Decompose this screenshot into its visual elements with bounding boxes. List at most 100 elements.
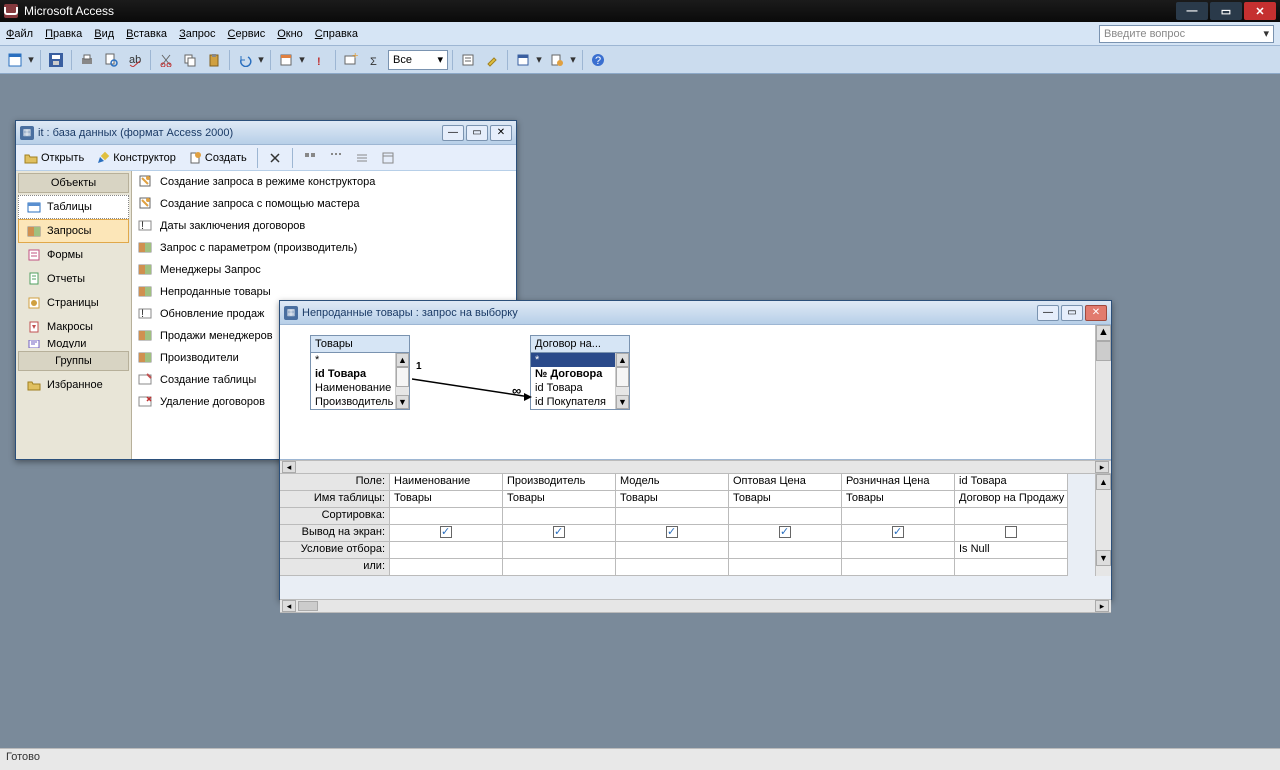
properties-button[interactable] [457,49,479,71]
grid-cell[interactable] [616,542,729,559]
q-close-button[interactable]: ✕ [1085,305,1107,321]
nav-header-groups[interactable]: Группы [18,351,129,371]
grid-cell[interactable] [503,525,616,542]
cut-button[interactable] [155,49,177,71]
database-window-button[interactable] [512,49,534,71]
grid-cell[interactable]: Производитель [503,474,616,491]
grid-cell[interactable]: Договор на Продажу [955,491,1068,508]
list-item[interactable]: Создание запроса в режиме конструктора [132,171,516,193]
grid-cell[interactable] [729,525,842,542]
grid-cell[interactable] [616,525,729,542]
copy-button[interactable] [179,49,201,71]
nav-item-1[interactable]: Запросы [18,219,129,243]
list-item[interactable]: !Даты заключения договоров [132,215,516,237]
grid-cell[interactable] [503,542,616,559]
query-grid-pane[interactable]: Поле:Имя таблицы:Сортировка:Вывод на экр… [280,474,1111,599]
menu-query[interactable]: Запрос [179,28,215,40]
grid-cell[interactable] [955,559,1068,576]
grid-cell[interactable]: Розничная Цена [842,474,955,491]
grid-cell[interactable] [503,508,616,525]
design-button[interactable]: Конструктор [92,150,180,166]
table-box[interactable]: Договор на...*№ Договораid Товараid Поку… [530,335,630,410]
nav-item-2[interactable]: Формы [18,243,129,267]
small-icons-button[interactable] [325,147,347,169]
spellcheck-button[interactable]: ab [124,49,146,71]
db-minimize-button[interactable]: — [442,125,464,141]
grid-cell[interactable]: Is Null [955,542,1068,559]
list-item[interactable]: Менеджеры Запрос [132,259,516,281]
diagram-hscroll[interactable]: ◂ ▸ [280,460,1111,474]
maximize-button[interactable]: ▭ [1210,2,1242,20]
grid-cell[interactable] [729,542,842,559]
open-button[interactable]: Открыть [20,150,88,166]
grid-cell[interactable]: Товары [842,491,955,508]
ask-question-input[interactable]: Введите вопрос ▾ [1099,25,1274,43]
nav-header-objects[interactable]: Объекты [18,173,129,193]
undo-button[interactable] [234,49,256,71]
show-table-button[interactable]: + [340,49,362,71]
grid-cell[interactable] [842,508,955,525]
show-checkbox[interactable] [666,526,678,538]
grid-cell[interactable]: id Товара [955,474,1068,491]
db-close-button[interactable]: ✕ [490,125,512,141]
grid-cell[interactable]: Оптовая Цена [729,474,842,491]
build-button[interactable] [481,49,503,71]
dropdown-icon[interactable]: ▾ [26,53,36,66]
delete-button[interactable] [264,147,286,169]
new-object-button[interactable] [546,49,568,71]
close-button[interactable]: ✕ [1244,2,1276,20]
nav-item-6[interactable]: Модули [18,339,129,349]
grid-cell[interactable] [955,525,1068,542]
grid-cell[interactable]: Товары [503,491,616,508]
list-item[interactable]: Создание запроса с помощью мастера [132,193,516,215]
dropdown-icon[interactable]: ▾ [568,53,578,66]
grid-hscroll[interactable]: ◂ ▸ [280,599,1111,613]
query-type-button[interactable] [275,49,297,71]
grid-cell[interactable] [390,559,503,576]
totals-button[interactable]: Σ [364,49,386,71]
menu-edit[interactable]: Правка [45,28,82,40]
paste-button[interactable] [203,49,225,71]
show-checkbox[interactable] [779,526,791,538]
grid-vscroll[interactable]: ▲ ▼ [1095,474,1111,576]
grid-cell[interactable] [729,559,842,576]
grid-cell[interactable]: Наименование [390,474,503,491]
grid-cell[interactable]: Модель [616,474,729,491]
show-checkbox[interactable] [440,526,452,538]
list-item[interactable]: Запрос с параметром (производитель) [132,237,516,259]
save-button[interactable] [45,49,67,71]
grid-cell[interactable] [729,508,842,525]
table-scroll[interactable]: ▲▼ [615,353,629,409]
grid-cell[interactable] [842,542,955,559]
show-checkbox[interactable] [1005,526,1017,538]
nav-item-5[interactable]: Макросы [18,315,129,339]
view-button[interactable] [4,49,26,71]
grid-cell[interactable] [390,542,503,559]
menu-file[interactable]: Файл [6,28,33,40]
nav-item-favorites[interactable]: Избранное [18,373,129,397]
grid-cell[interactable] [842,525,955,542]
grid-cell[interactable]: Товары [616,491,729,508]
top-values-combo[interactable]: Все▾ [388,50,448,70]
menu-insert[interactable]: Вставка [126,28,167,40]
nav-item-4[interactable]: Страницы [18,291,129,315]
large-icons-button[interactable] [299,147,321,169]
print-button[interactable] [76,49,98,71]
new-button[interactable]: Создать [184,150,251,166]
grid-cell[interactable]: Товары [729,491,842,508]
list-button[interactable] [351,147,373,169]
query-window-titlebar[interactable]: ▦ Непроданные товары : запрос на выборку… [280,301,1111,325]
grid-cell[interactable] [616,559,729,576]
grid-cell[interactable] [842,559,955,576]
grid-cell[interactable] [616,508,729,525]
show-checkbox[interactable] [553,526,565,538]
q-minimize-button[interactable]: — [1037,305,1059,321]
grid-cell[interactable] [955,508,1068,525]
run-button[interactable]: ! [309,49,331,71]
grid-cell[interactable]: Товары [390,491,503,508]
dropdown-icon[interactable]: ▾ [256,53,266,66]
db-window-titlebar[interactable]: ▦ it : база данных (формат Access 2000) … [16,121,516,145]
query-diagram-pane[interactable]: Товары*id ТовараНаименованиеПроизводител… [280,325,1111,460]
q-maximize-button[interactable]: ▭ [1061,305,1083,321]
show-checkbox[interactable] [892,526,904,538]
